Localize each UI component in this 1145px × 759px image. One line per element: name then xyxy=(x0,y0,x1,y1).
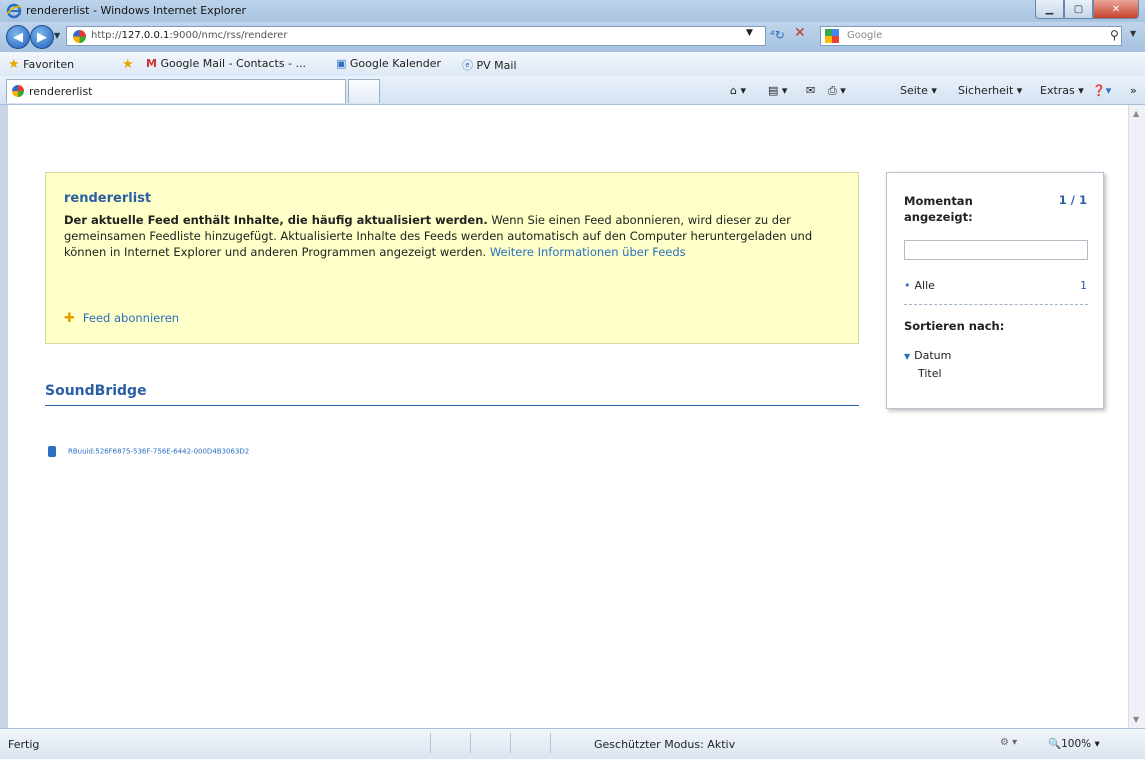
sort-by-date[interactable]: ▼ Datum xyxy=(904,349,951,362)
protected-mode-status: Geschützter Modus: Aktiv xyxy=(594,738,736,751)
zoom-control[interactable]: 🔍100% ▾ xyxy=(1048,737,1100,750)
forward-button[interactable]: ▶ xyxy=(30,25,54,49)
search-input[interactable]: Google xyxy=(820,26,1122,46)
divider xyxy=(470,733,471,753)
home-icon[interactable]: ⌂ ▾ xyxy=(730,84,746,97)
filter-all-count: 1 xyxy=(1080,279,1087,292)
google-logo-icon xyxy=(825,29,839,43)
status-bar: Fertig Geschützter Modus: Aktiv ⚙ ▾ 🔍100… xyxy=(0,728,1145,759)
scroll-down-icon[interactable]: ▼ xyxy=(1133,715,1139,724)
feed-info-box: rendererlist Der aktuelle Feed enthält I… xyxy=(45,172,859,344)
lock-icon xyxy=(48,446,56,457)
favorite-link-calendar[interactable]: ▣ Google Kalender xyxy=(336,57,441,70)
divider xyxy=(45,405,859,406)
more-commands-icon[interactable]: » xyxy=(1130,84,1137,97)
address-url: http://127.0.0.1:9000/nmc/rss/renderer xyxy=(91,30,288,41)
tab-label: rendererlist xyxy=(29,85,93,98)
divider xyxy=(510,733,511,753)
title-bar: rendererlist - Windows Internet Explorer… xyxy=(0,0,1145,22)
displayed-heading: Momentan angezeigt: xyxy=(904,194,973,224)
displayed-count: 1 / 1 xyxy=(1058,193,1087,207)
feed-page-icon xyxy=(73,30,86,43)
ie-logo-icon xyxy=(6,3,22,19)
mail-icon[interactable]: ✉ xyxy=(806,84,815,97)
tools-menu[interactable]: Extras ▾ xyxy=(1040,84,1084,97)
address-dropdown-icon[interactable]: ▼ xyxy=(746,28,753,38)
scroll-up-icon[interactable]: ▲ xyxy=(1133,109,1139,118)
vertical-scrollbar[interactable]: ▲ ▼ xyxy=(1128,105,1145,728)
print-icon[interactable]: ⎙ ▾ xyxy=(828,84,846,98)
window-title: rendererlist - Windows Internet Explorer xyxy=(26,4,247,17)
feed-info-text: Der aktuelle Feed enthält Inhalte, die h… xyxy=(64,213,813,259)
back-button[interactable]: ◀ xyxy=(6,25,30,49)
sort-by-title[interactable]: Titel xyxy=(918,367,942,380)
feeds-icon[interactable]: ▤ ▾ xyxy=(768,84,787,97)
maximize-button[interactable]: ▢ xyxy=(1064,0,1093,19)
tab-rendererlist[interactable]: rendererlist xyxy=(6,79,346,103)
history-dropdown-icon[interactable]: ▼ xyxy=(54,31,60,40)
add-favorite-icon[interactable]: ★ xyxy=(122,57,134,72)
favorites-button[interactable]: ★ Favoriten xyxy=(8,57,74,72)
favorite-link-pvmail[interactable]: ⓔ PV Mail xyxy=(462,57,517,73)
favorite-link-gmail[interactable]: M Google Mail - Contacts - ... xyxy=(146,57,306,70)
feed-item[interactable]: RBuuid:526F6875-536F-756E-6442-000D4B306… xyxy=(48,446,249,457)
divider xyxy=(550,733,551,753)
status-text: Fertig xyxy=(8,738,40,751)
help-icon[interactable]: ❓▾ xyxy=(1092,84,1111,97)
page-menu[interactable]: Seite ▾ xyxy=(900,84,937,97)
close-button[interactable]: ✕ xyxy=(1093,0,1139,19)
feed-filter-input[interactable] xyxy=(904,240,1088,260)
new-tab-button[interactable] xyxy=(348,79,380,103)
tab-row: rendererlist ⌂ ▾ ▤ ▾ ✉ ⎙ ▾ Seite ▾ Siche… xyxy=(0,76,1145,105)
favorites-bar: ★ Favoriten ★ M Google Mail - Contacts -… xyxy=(0,52,1145,77)
feed-info-title: rendererlist xyxy=(64,191,152,206)
feed-filter-panel: Momentan angezeigt: 1 / 1 • Alle 1 Sortie… xyxy=(886,172,1104,409)
refresh-icon[interactable]: ⁴↻ xyxy=(770,28,785,42)
minimize-button[interactable]: ▁ xyxy=(1035,0,1064,19)
divider xyxy=(430,733,431,753)
subscribe-icon: ✚ xyxy=(64,311,75,326)
window-frame-left xyxy=(0,105,8,728)
search-options-icon[interactable]: ▼ xyxy=(1130,29,1136,38)
star-icon: ★ xyxy=(8,57,20,72)
safety-menu[interactable]: Sicherheit ▾ xyxy=(958,84,1022,97)
feed-section-title: SoundBridge xyxy=(45,383,147,399)
address-bar[interactable]: http://127.0.0.1:9000/nmc/rss/renderer xyxy=(66,26,766,46)
feed-tab-icon xyxy=(12,85,24,97)
filter-all-link[interactable]: • Alle xyxy=(904,279,935,292)
search-placeholder: Google xyxy=(847,30,883,41)
stop-icon[interactable]: ✕ xyxy=(794,25,806,41)
zone-icon[interactable]: ⚙ ▾ xyxy=(1000,737,1017,748)
sort-desc-icon: ▼ xyxy=(904,352,911,361)
search-icon[interactable]: ⚲ xyxy=(1110,28,1119,42)
address-toolbar: ◀ ▶ ▼ http://127.0.0.1:9000/nmc/rss/rend… xyxy=(0,22,1145,52)
divider xyxy=(904,304,1088,305)
more-info-link[interactable]: Weitere Informationen über Feeds xyxy=(490,245,686,259)
subscribe-feed-link[interactable]: ✚ Feed abonnieren xyxy=(64,311,179,326)
sort-heading: Sortieren nach: xyxy=(904,319,1005,333)
